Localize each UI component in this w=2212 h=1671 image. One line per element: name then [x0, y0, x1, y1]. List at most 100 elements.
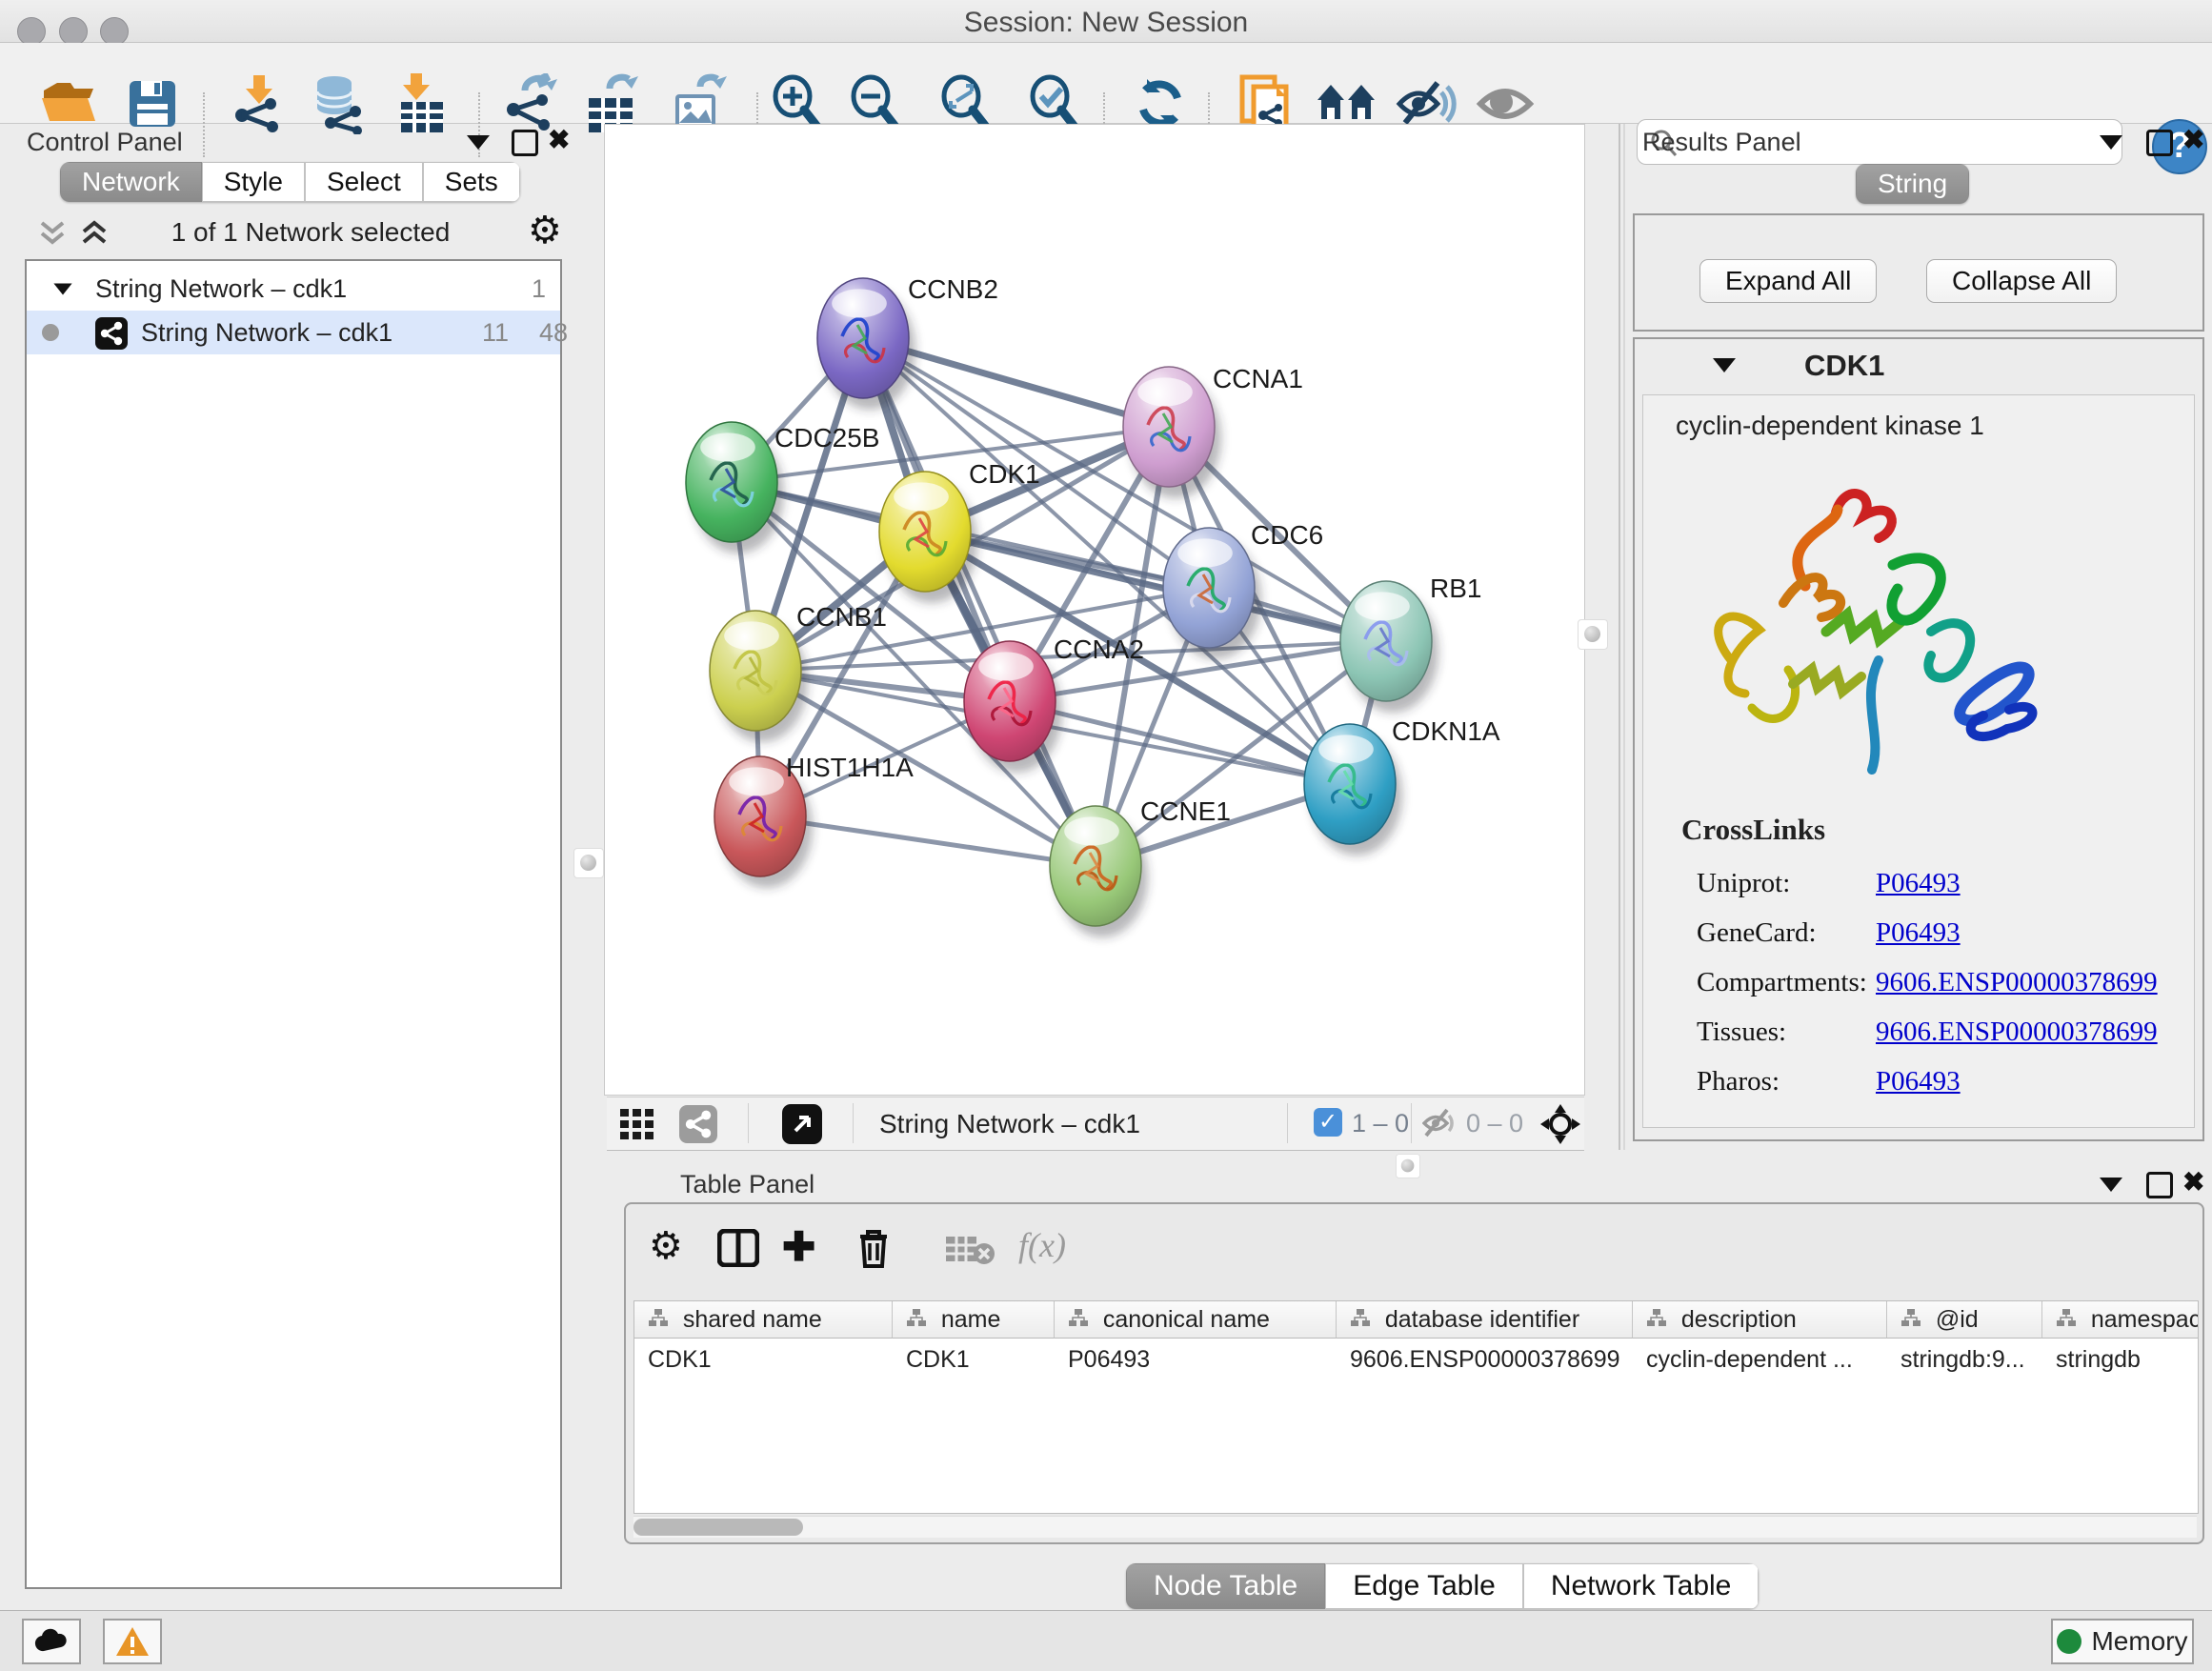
- hidden-eye-icon[interactable]: [1422, 1107, 1458, 1139]
- scrollbar-thumb[interactable]: [633, 1519, 803, 1536]
- entry-body: cyclin-dependent kinase 1: [1642, 394, 2195, 1128]
- network-overview-icon[interactable]: [679, 1105, 717, 1143]
- entry-header[interactable]: CDK1: [1642, 345, 2193, 393]
- network-node-RB1[interactable]: [1340, 581, 1438, 713]
- network-node-CCNB2[interactable]: [817, 278, 915, 410]
- gear-icon[interactable]: ⚙: [528, 211, 562, 250]
- network-node-CCNE1[interactable]: [1050, 806, 1148, 937]
- tab-select[interactable]: Select: [305, 162, 423, 202]
- crosshair-icon[interactable]: [1538, 1102, 1582, 1146]
- column-header-database-identifier[interactable]: database identifier: [1337, 1301, 1633, 1339]
- table-tabs: Node TableEdge TableNetwork Table: [1126, 1563, 1759, 1609]
- tab-edge-table[interactable]: Edge Table: [1325, 1563, 1523, 1609]
- network-view-canvas[interactable]: CCNB2CCNA1CDC25BCDK1CDC6RB1CCNB1CCNA2CDK…: [604, 124, 1585, 1096]
- collapse-all-chevron-icon[interactable]: [78, 219, 111, 248]
- table-cell[interactable]: CDK1: [634, 1339, 905, 1380]
- expand-all-chevron-icon[interactable]: [36, 219, 69, 248]
- selected-checkbox-icon[interactable]: ✓: [1314, 1108, 1342, 1137]
- column-header-label: canonical name: [1096, 1306, 1270, 1333]
- tab-network[interactable]: Network: [60, 162, 202, 202]
- crosslink-label: Tissues:: [1697, 1017, 1786, 1048]
- panel-float-icon[interactable]: [2146, 1172, 2173, 1198]
- results-panel: Results Panel ✖ String Expand All Collap…: [1625, 124, 2212, 1157]
- column-header-label: name: [935, 1306, 1000, 1333]
- network-label: String Network – cdk1: [141, 311, 392, 354]
- tab-sets[interactable]: Sets: [423, 162, 520, 202]
- tree-expand-icon[interactable]: [53, 284, 71, 295]
- panel-close-icon[interactable]: ✖: [2182, 130, 2204, 151]
- application-window: Session: New Session: [0, 0, 2212, 1671]
- network-node-CCNA2[interactable]: [964, 641, 1062, 773]
- table-cell[interactable]: stringdb:9...: [1887, 1339, 2055, 1380]
- entry-name: CDK1: [1804, 349, 1884, 383]
- table-cell[interactable]: CDK1: [893, 1339, 1067, 1380]
- table-h-scrollbar[interactable]: [633, 1516, 2197, 1538]
- table-cell[interactable]: P06493: [1055, 1339, 1349, 1380]
- left-splitter-handle[interactable]: [573, 848, 604, 878]
- collapse-all-button[interactable]: Collapse All: [1926, 259, 2117, 303]
- column-header-description[interactable]: description: [1633, 1301, 1887, 1339]
- column-header-name[interactable]: name: [893, 1301, 1055, 1339]
- results-entries-box: CDK1 cyclin-dependent kinase 1: [1633, 337, 2204, 1141]
- tab-node-table[interactable]: Node Table: [1126, 1563, 1325, 1609]
- crosslink-value-link[interactable]: 9606.ENSP00000378699: [1876, 967, 2158, 998]
- delete-table-icon[interactable]: [946, 1235, 995, 1265]
- node-table[interactable]: shared name name canonical name database…: [633, 1300, 2199, 1514]
- tab-string[interactable]: String: [1856, 164, 1969, 204]
- table-panel-title: Table Panel: [680, 1170, 814, 1199]
- column-header-canonical-name[interactable]: canonical name: [1055, 1301, 1337, 1339]
- network-collection-row[interactable]: String Network – cdk1 1: [27, 267, 560, 311]
- entry-collapse-icon[interactable]: [1713, 358, 1736, 372]
- cloud-button[interactable]: [22, 1619, 81, 1664]
- panel-close-icon[interactable]: ✖: [548, 130, 570, 151]
- expand-all-button[interactable]: Expand All: [1699, 259, 1877, 303]
- crosslink-value-link[interactable]: P06493: [1876, 917, 1961, 949]
- tab-style[interactable]: Style: [202, 162, 305, 202]
- delete-column-icon[interactable]: [855, 1227, 893, 1269]
- gear-icon[interactable]: ⚙: [649, 1227, 683, 1265]
- cloud-icon: [34, 1628, 69, 1653]
- network-status-dot: [42, 324, 59, 341]
- table-cell[interactable]: cyclin-dependent ...: [1633, 1339, 1900, 1380]
- table-cell[interactable]: 9606.ENSP00000378699: [1337, 1339, 1645, 1380]
- panel-menu-icon[interactable]: [467, 135, 490, 150]
- crosslink-value-link[interactable]: P06493: [1876, 868, 1961, 899]
- warning-button[interactable]: [103, 1619, 162, 1664]
- panel-float-icon[interactable]: [512, 130, 538, 156]
- panel-menu-icon[interactable]: [2100, 1178, 2122, 1192]
- table-cell[interactable]: stringdb: [2042, 1339, 2199, 1380]
- vertical-splitter[interactable]: [1619, 124, 1625, 1150]
- memory-button[interactable]: Memory: [2051, 1619, 2194, 1664]
- crosslink-label: GeneCard:: [1697, 917, 1817, 949]
- network-row[interactable]: String Network – cdk1 11 48: [27, 311, 560, 354]
- network-node-CDKN1A[interactable]: [1304, 724, 1402, 856]
- column-header-@id[interactable]: @id: [1887, 1301, 2042, 1339]
- crosslink-value-link[interactable]: P06493: [1876, 1066, 1961, 1097]
- birds-eye-view-icon[interactable]: [620, 1109, 658, 1139]
- memory-label: Memory: [2091, 1626, 2187, 1656]
- detach-view-icon[interactable]: [782, 1104, 822, 1144]
- protein-structure-image: [1693, 470, 2055, 803]
- node-label-CCNB1: CCNB1: [796, 602, 887, 632]
- node-label-HIST1H1A: HIST1H1A: [786, 753, 914, 782]
- crosslink-value-link[interactable]: 9606.ENSP00000378699: [1876, 1017, 2158, 1048]
- network-selection-bar: 1 of 1 Network selected ⚙: [25, 211, 558, 255]
- column-header-shared-name[interactable]: shared name: [634, 1301, 893, 1339]
- column-header-label: namespace: [2084, 1306, 2199, 1333]
- network-node-CDC6[interactable]: [1163, 528, 1261, 659]
- right-splitter-handle[interactable]: [1578, 619, 1608, 650]
- panel-float-icon[interactable]: [2146, 130, 2173, 156]
- column-header-namespace[interactable]: namespace: [2042, 1301, 2199, 1339]
- columns-icon[interactable]: [717, 1229, 759, 1267]
- strip-separator: [1411, 1103, 1412, 1143]
- network-node-CCNB1[interactable]: [710, 611, 808, 742]
- table-panel: Table Panel ✖ ⚙ ✚ f(x) shared name name …: [604, 1157, 2212, 1610]
- network-graph[interactable]: CCNB2CCNA1CDC25BCDK1CDC6RB1CCNB1CCNA2CDK…: [605, 125, 1584, 1095]
- function-builder-icon[interactable]: f(x): [1018, 1225, 1066, 1265]
- tab-network-table[interactable]: Network Table: [1523, 1563, 1760, 1609]
- panel-close-icon[interactable]: ✖: [2182, 1172, 2204, 1193]
- status-bar: Memory: [0, 1610, 2212, 1671]
- panel-menu-icon[interactable]: [2100, 135, 2122, 150]
- add-column-icon[interactable]: ✚: [782, 1223, 815, 1270]
- selected-count: 1 – 0: [1352, 1109, 1409, 1138]
